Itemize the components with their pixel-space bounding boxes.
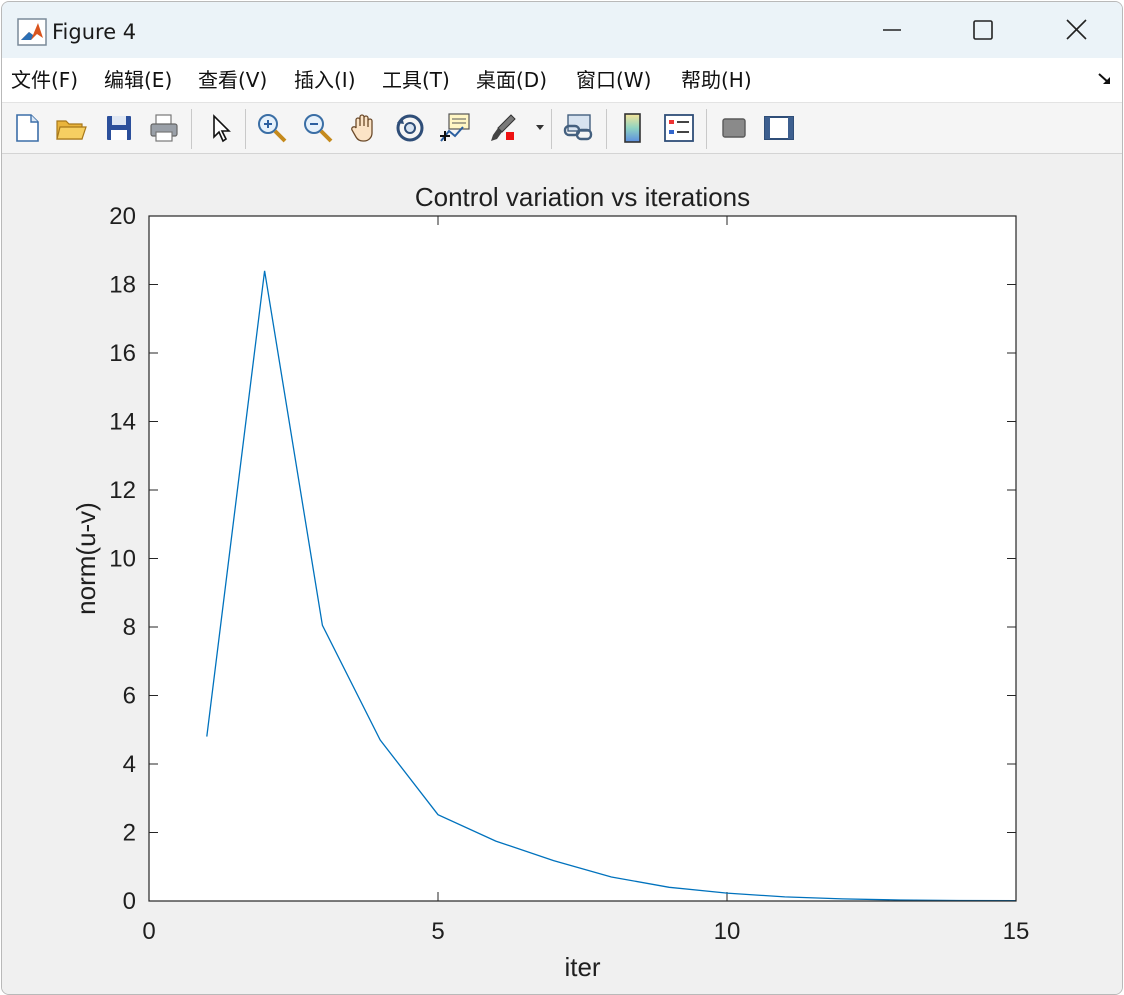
legend-icon: [664, 114, 694, 142]
minimize-icon: [883, 29, 901, 31]
new-figure-icon: [16, 114, 39, 142]
menu-help[interactable]: 帮助(H): [681, 68, 752, 92]
y-tick-label: 2: [123, 820, 136, 847]
maximize-button[interactable]: [960, 10, 1006, 50]
data-cursor-icon: [440, 113, 470, 142]
menu-window[interactable]: 窗口(W): [576, 68, 651, 92]
maximize-icon: [973, 20, 993, 40]
menu-insert[interactable]: 插入(I): [294, 68, 356, 92]
chart-title: Control variation vs iterations: [415, 182, 750, 212]
toolbar-separator: [606, 109, 607, 149]
line-chart[interactable]: 0 5 10 15 0 2 4 6 8 10 12 14 16 18 20 Control variation…: [2, 154, 1122, 994]
x-tick-label: 0: [142, 918, 155, 945]
save-button[interactable]: [102, 111, 136, 145]
brush-dropdown-icon[interactable]: [535, 122, 545, 132]
new-figure-button[interactable]: [10, 111, 44, 145]
dock-arrow-icon[interactable]: [1096, 70, 1114, 88]
y-axis-label: norm(u-v): [71, 502, 101, 615]
x-tick-label: 5: [431, 918, 444, 945]
brush-icon: [491, 114, 516, 141]
window-title: Figure 4: [52, 20, 137, 44]
open-file-icon: [56, 120, 87, 140]
edit-plot-button[interactable]: [204, 111, 238, 145]
y-tick-label: 20: [109, 203, 136, 230]
menu-file[interactable]: 文件(F): [11, 68, 78, 92]
y-tick-label: 4: [123, 751, 136, 778]
y-tick-label: 6: [123, 683, 136, 710]
matlab-icon: [17, 18, 47, 46]
hide-plot-tools-button[interactable]: [717, 111, 751, 145]
show-plot-tools-icon: [764, 116, 794, 140]
toolbar-separator: [191, 109, 192, 149]
print-button[interactable]: [147, 111, 181, 145]
y-tick-label: 0: [123, 888, 136, 915]
menu-tools[interactable]: 工具(T): [382, 68, 450, 92]
y-tick-label: 16: [109, 340, 136, 367]
minimize-button[interactable]: [868, 10, 914, 50]
y-tick-label: 18: [109, 272, 136, 299]
y-tick-label: 10: [109, 546, 136, 573]
link-plot-button[interactable]: [562, 111, 596, 145]
toolbar-separator: [551, 109, 552, 149]
y-tick-label: 12: [109, 477, 136, 504]
menu-desktop[interactable]: 桌面(D): [476, 68, 547, 92]
figure-canvas[interactable]: 0 5 10 15 0 2 4 6 8 10 12 14 16 18 20 Control variation…: [2, 154, 1122, 994]
edit-plot-icon: [213, 114, 231, 143]
zoom-in-button[interactable]: [255, 111, 289, 145]
brush-button[interactable]: [487, 111, 521, 145]
close-button[interactable]: [1053, 10, 1099, 50]
rotate-3d-button[interactable]: [393, 111, 427, 145]
rotate-3d-icon: [396, 114, 424, 142]
open-file-button[interactable]: [54, 111, 88, 145]
zoom-in-icon: [258, 114, 287, 143]
title-bar[interactable]: Figure 4: [2, 2, 1122, 58]
toolbar-separator: [245, 109, 246, 149]
menu-view[interactable]: 查看(V): [198, 68, 267, 92]
x-tick-label: 10: [714, 918, 741, 945]
link-plot-icon: [563, 114, 593, 141]
print-icon: [150, 114, 178, 142]
colorbar-button[interactable]: [616, 111, 650, 145]
figure-toolbar: [2, 103, 1122, 154]
hide-plot-tools-icon: [722, 118, 746, 138]
menu-edit[interactable]: 编辑(E): [104, 68, 172, 92]
figure-window: Figure 4 文件(F) 编辑(E) 查看(V) 插入(I) 工具(T) 桌…: [1, 1, 1123, 995]
menu-bar: 文件(F) 编辑(E) 查看(V) 插入(I) 工具(T) 桌面(D) 窗口(W…: [2, 58, 1122, 103]
zoom-out-icon: [304, 114, 333, 143]
y-tick-label: 14: [109, 409, 136, 436]
show-plot-tools-button[interactable]: [762, 111, 796, 145]
save-icon: [107, 116, 131, 140]
colorbar-icon: [624, 113, 641, 143]
plot-area: [149, 216, 1016, 901]
x-tick-label: 15: [1003, 918, 1030, 945]
data-cursor-button[interactable]: [439, 111, 473, 145]
y-tick-label: 8: [123, 614, 136, 641]
x-axis-label: iter: [564, 952, 600, 982]
legend-button[interactable]: [662, 111, 696, 145]
pan-button[interactable]: [347, 111, 381, 145]
close-icon: [1066, 19, 1087, 40]
toolbar-separator: [706, 109, 707, 149]
pan-icon: [351, 114, 373, 142]
zoom-out-button[interactable]: [301, 111, 335, 145]
